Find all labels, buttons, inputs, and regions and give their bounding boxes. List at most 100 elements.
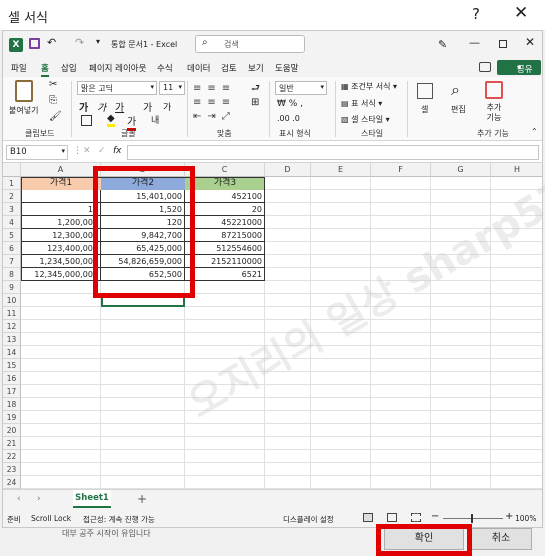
italic-button[interactable]: 가 [97,99,106,114]
decimal-icon[interactable]: .00 .0 [277,114,300,123]
help-button[interactable]: ? [472,5,480,23]
row-header-13[interactable]: 13 [3,333,21,346]
cell-C3[interactable]: 20 [185,203,265,216]
display-settings[interactable]: 디스플레이 설정 [283,514,334,525]
window-close-icon[interactable]: ✕ [525,35,535,49]
column-header-F[interactable]: F [371,163,431,177]
tab-insert[interactable]: 삽입 [61,62,77,74]
page-layout-icon[interactable] [387,513,397,522]
tab-review[interactable]: 검토 [221,62,237,74]
sheet-tab[interactable]: Sheet1 [73,490,111,508]
tab-help[interactable]: 도움말 [275,62,298,74]
save-icon[interactable] [29,38,40,49]
row-header-11[interactable]: 11 [3,307,21,320]
cell-C7[interactable]: 2152110000 [185,255,265,268]
cell-C6[interactable]: 512554600 [185,242,265,255]
font-name-select[interactable]: 맑은 고딕 ▾ [77,81,157,95]
cell-A7[interactable]: 1,234,500,000 [21,255,101,268]
column-header-H[interactable]: H [491,163,542,177]
editing-label[interactable]: 편집 [451,104,466,115]
tab-data[interactable]: 데이터 [187,62,210,74]
wrap-text-icon[interactable]: ⮐ [251,81,260,98]
border-icon[interactable] [81,115,92,126]
addins-icon[interactable] [485,81,503,99]
phonetic-icon[interactable]: 내 [151,113,159,126]
cut-icon[interactable]: ✂ [49,79,57,90]
formula-input[interactable] [127,145,539,160]
row-header-19[interactable]: 19 [3,411,21,424]
paste-icon[interactable] [15,80,33,102]
currency-icon[interactable]: ₩ % , [277,99,303,109]
undo-icon[interactable]: ↶ [47,36,56,49]
row-header-5[interactable]: 5 [3,229,21,242]
zoom-in-icon[interactable]: + [505,511,513,522]
merge-icon[interactable]: ⊞ [251,97,259,108]
row-header-9[interactable]: 9 [3,281,21,294]
next-sheet-icon[interactable]: › [37,494,41,504]
cell-A2[interactable]: 1 [21,190,101,203]
cell-C2[interactable]: 452100 [185,190,265,203]
column-header-G[interactable]: G [431,163,491,177]
row-header-3[interactable]: 3 [3,203,21,216]
comment-icon[interactable] [479,62,491,72]
tab-formulas[interactable]: 수식 [157,62,173,74]
row-header-20[interactable]: 20 [3,424,21,437]
row-header-1[interactable]: 1 [3,177,21,190]
cell-C5[interactable]: 87215000 [185,229,265,242]
column-header-C[interactable]: C [185,163,265,177]
enter-icon[interactable]: ✓ [98,146,106,156]
row-header-21[interactable]: 21 [3,437,21,450]
status-accessibility[interactable]: 접근성: 계속 진행 가능 [83,514,155,525]
cell-style-button[interactable]: ▧ 셀 스타일 ▾ [341,114,390,125]
tab-view[interactable]: 보기 [248,62,264,74]
row-header-17[interactable]: 17 [3,385,21,398]
row-header-24[interactable]: 24 [3,476,21,489]
prev-sheet-icon[interactable]: ‹ [17,494,21,504]
cell-A8[interactable]: 12,345,000,000 [21,268,101,281]
cells-label[interactable]: 셀 [421,104,428,115]
row-header-14[interactable]: 14 [3,346,21,359]
search-box[interactable]: ⌕ 검색 [195,35,305,53]
cell-A5[interactable]: 12,300,000 [21,229,101,242]
copy-icon[interactable]: ⎘ [49,95,57,106]
bold-button[interactable]: 가 [79,99,88,114]
row-header-18[interactable]: 18 [3,398,21,411]
row-header-12[interactable]: 12 [3,320,21,333]
font-size-select[interactable]: 11 ▾ [159,81,185,95]
add-sheet-button[interactable]: + [137,492,147,506]
row-header-10[interactable]: 10 [3,294,21,307]
pen-icon[interactable]: ✎ [438,38,447,51]
zoom-out-icon[interactable]: − [431,511,439,522]
cell-C1[interactable]: 가격3 [185,177,265,190]
column-header-D[interactable]: D [265,163,311,177]
row-header-4[interactable]: 4 [3,216,21,229]
row-header-7[interactable]: 7 [3,255,21,268]
cancel-button[interactable]: 취소 [470,528,532,550]
paste-label[interactable]: 붙여넣기 [9,105,38,116]
zoom-level[interactable]: 100% [515,514,536,523]
format-painter-icon[interactable]: 🖌 [49,111,62,122]
zoom-slider[interactable] [443,514,503,523]
share-button[interactable]: 공유 ▾ [497,60,541,75]
row-header-8[interactable]: 8 [3,268,21,281]
number-format-select[interactable]: 일반 ▾ [275,81,327,95]
maximize-icon[interactable] [499,40,507,48]
minimize-icon[interactable]: — [469,36,480,49]
name-box[interactable]: B10 ▾ [6,145,68,160]
underline-button[interactable]: 가 [115,99,124,114]
ribbon-collapse-icon[interactable]: ⌃ [531,127,538,136]
row-header-16[interactable]: 16 [3,372,21,385]
tab-file[interactable]: 파일 [11,62,27,74]
tab-home[interactable]: 홈 [41,62,49,77]
cell-A1[interactable]: 가격1 [21,177,101,190]
fill-color-icon[interactable]: ◆ [107,113,115,127]
column-header-E[interactable]: E [311,163,371,177]
column-header-A[interactable]: A [21,163,101,177]
row-header-15[interactable]: 15 [3,359,21,372]
close-button[interactable]: ✕ [514,3,528,23]
addins-label[interactable]: 추가 기능 [483,103,505,123]
table-format-button[interactable]: ▤ 표 서식 ▾ [341,98,382,109]
tab-page-layout[interactable]: 페이지 레이아웃 [89,62,146,74]
redo-icon[interactable]: ↷ [75,36,84,49]
cell-A3[interactable]: 10 [21,203,101,216]
